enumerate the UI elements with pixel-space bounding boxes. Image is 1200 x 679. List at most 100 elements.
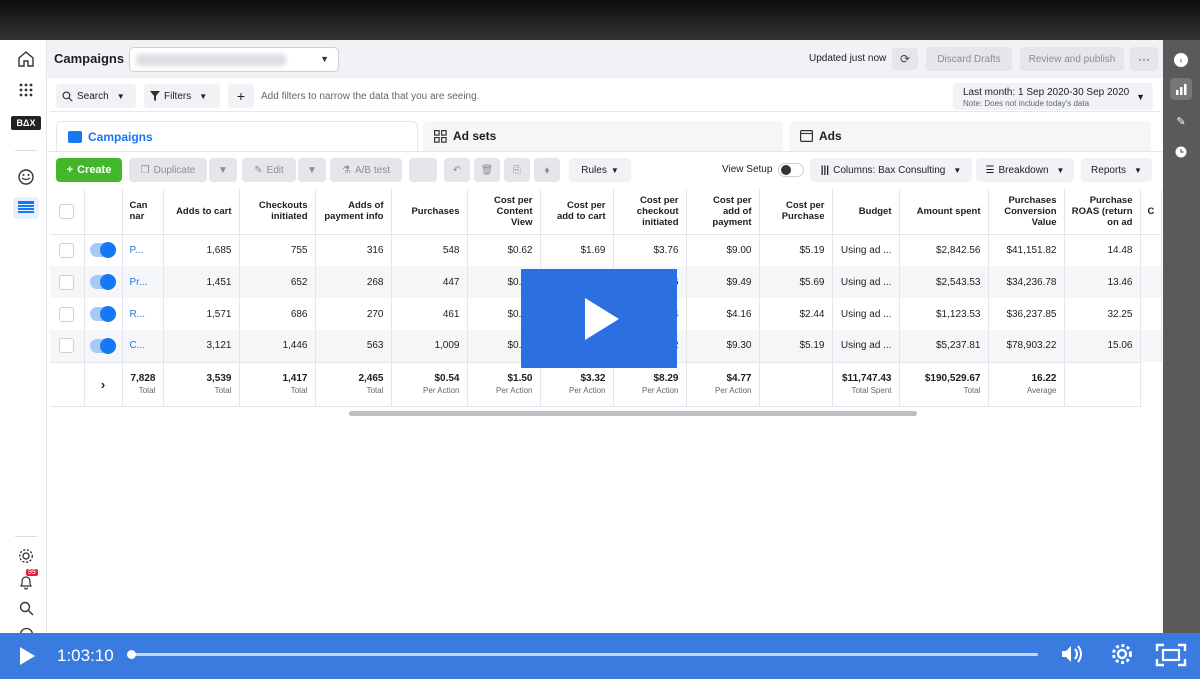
header-budget[interactable]: Budget <box>832 189 900 235</box>
history-clock-icon[interactable] <box>1170 141 1192 163</box>
campaign-name-link[interactable]: C... <box>122 330 164 362</box>
select-all-checkbox[interactable] <box>50 189 85 235</box>
account-logo[interactable]: BΔX <box>11 116 41 130</box>
table-row[interactable]: P... 1,685 755 316 548 $0.62 $1.69 $3.76 $9.00 $5… <box>50 234 1163 266</box>
search-icon[interactable] <box>15 597 37 619</box>
tag-icon[interactable]: ⬧ <box>534 158 560 182</box>
header-cost-per-add-payment[interactable]: Cost per add of payment <box>686 189 760 235</box>
row-status-toggle[interactable] <box>84 234 123 266</box>
row-checkbox[interactable] <box>50 234 85 266</box>
header-purchases[interactable]: Purchases <box>391 189 468 235</box>
header-adds-to-cart[interactable]: Adds to cart <box>163 189 240 235</box>
tab-campaigns[interactable]: Campaigns <box>56 121 418 151</box>
more-options-button[interactable]: ··· <box>1130 47 1158 71</box>
settings-gear-icon[interactable] <box>15 545 37 567</box>
header-campaign-name[interactable]: Can nar <box>122 189 164 235</box>
header-cost-per-content-view[interactable]: Cost per Content View <box>467 189 541 235</box>
caret-down-icon: ▼ <box>307 164 317 176</box>
video-progress-thumb[interactable] <box>127 650 136 659</box>
table-cell: 1,451 <box>163 266 240 298</box>
header-purchases-conversion-value[interactable]: Purchases Conversion Value <box>988 189 1065 235</box>
undo-icon[interactable]: ↶ <box>444 158 470 182</box>
notification-badge: 99 <box>26 569 38 576</box>
tab-ad-sets[interactable]: Ad sets <box>423 121 783 151</box>
add-filter-plus-icon[interactable]: + <box>228 84 254 108</box>
columns-dropdown[interactable]: ||| Columns: Bax Consulting ▼ <box>810 158 972 182</box>
create-button[interactable]: + Create <box>56 158 122 182</box>
campaign-name-link[interactable]: P... <box>122 234 164 266</box>
review-publish-button[interactable]: Review and publish <box>1020 47 1124 71</box>
total-label: Total <box>366 386 384 395</box>
row-checkbox[interactable] <box>50 266 85 298</box>
video-play-overlay[interactable] <box>521 269 677 368</box>
pencil-icon[interactable]: ✎ <box>1170 110 1192 132</box>
header-cost-per-purchase[interactable]: Cost per Purchase <box>759 189 833 235</box>
nav-divider <box>15 150 37 151</box>
play-icon[interactable] <box>20 647 35 665</box>
total-label: Total <box>138 386 156 395</box>
home-icon[interactable] <box>15 48 37 70</box>
caret-down-icon: ▼ <box>953 165 962 175</box>
video-progress-track[interactable] <box>131 653 1038 656</box>
dashboard-gauge-icon[interactable] <box>15 166 37 188</box>
horizontal-scrollbar[interactable] <box>349 411 917 416</box>
bar-chart-icon[interactable] <box>1170 78 1192 100</box>
ab-test-button[interactable]: ⚗ A/B test <box>330 158 402 182</box>
view-setup-label: View Setup <box>722 164 773 175</box>
duplicate-dropdown[interactable]: ▼ <box>209 158 237 182</box>
level-tabs: Campaigns Ad sets Ads <box>47 117 1163 151</box>
row-checkbox[interactable] <box>50 330 85 362</box>
table-cell: $5.19 <box>759 330 833 362</box>
tab-ads[interactable]: Ads <box>789 121 1151 151</box>
create-label: Create <box>77 164 112 176</box>
header-adds-payment-info[interactable]: Adds of payment info <box>315 189 392 235</box>
campaign-name-link[interactable]: R... <box>122 298 164 330</box>
notifications-bell-icon[interactable]: 99 <box>15 569 38 593</box>
edit-dropdown[interactable]: ▼ <box>298 158 326 182</box>
row-status-toggle[interactable] <box>84 298 123 330</box>
rules-dropdown[interactable]: Rules ▼ <box>569 158 631 182</box>
refresh-icon[interactable]: ⟳ <box>892 48 918 70</box>
header-checkouts-initiated[interactable]: Checkouts initiated <box>239 189 316 235</box>
ads-window-icon <box>800 130 813 142</box>
filters-dropdown[interactable]: Filters ▼ <box>144 84 220 108</box>
table-cell: $0.62 <box>467 234 541 266</box>
search-dropdown[interactable]: Search ▼ <box>56 84 136 108</box>
account-selector[interactable]: ▼ <box>129 47 339 72</box>
fullscreen-icon[interactable] <box>1155 643 1187 673</box>
volume-icon[interactable] <box>1060 643 1086 671</box>
table-cell: $1.69 <box>540 234 614 266</box>
row-status-toggle[interactable] <box>84 330 123 362</box>
row-checkbox[interactable] <box>50 298 85 330</box>
total-cell <box>759 361 833 407</box>
collapse-chevron-icon[interactable]: ‹ <box>1170 49 1192 71</box>
header-purchase-roas[interactable]: Purchase ROAS (return on ad <box>1064 189 1141 235</box>
campaign-name-link[interactable]: Pr... <box>122 266 164 298</box>
duplicate-button[interactable]: ❐ Duplicate <box>129 158 207 182</box>
table-cell: 548 <box>391 234 468 266</box>
breakdown-dropdown[interactable]: ☰ Breakdown ▼ <box>976 158 1074 182</box>
header-cost-per-add-to-cart[interactable]: Cost per add to cart <box>540 189 614 235</box>
preview-icon[interactable]: ⎘ <box>504 158 530 182</box>
reports-dropdown[interactable]: Reports ▼ <box>1081 158 1152 182</box>
campaigns-table-icon[interactable] <box>13 197 39 219</box>
header-amount-spent[interactable]: Amount spent <box>899 189 989 235</box>
settings-gear-icon[interactable] <box>1111 643 1133 671</box>
discard-drafts-button[interactable]: Discard Drafts <box>926 47 1012 71</box>
table-cell: 447 <box>391 266 468 298</box>
edit-button[interactable]: ✎ Edit <box>242 158 296 182</box>
row-status-toggle[interactable] <box>84 266 123 298</box>
filter-row: Search ▼ Filters ▼ + Add filters to narr… <box>50 80 1160 112</box>
table-cell: $5.19 <box>759 234 833 266</box>
view-setup-toggle[interactable] <box>778 163 804 177</box>
caret-down-icon: ▼ <box>199 91 208 101</box>
table-cell: 3,121 <box>163 330 240 362</box>
apps-grid-icon[interactable] <box>15 79 37 101</box>
trash-icon[interactable]: 🗑 <box>474 158 500 182</box>
header-cost-per-checkout[interactable]: Cost per checkout initiated <box>613 189 687 235</box>
header-truncated[interactable]: C <box>1140 189 1163 235</box>
date-range-picker[interactable]: Last month: 1 Sep 2020-30 Sep 2020 Note:… <box>953 83 1153 110</box>
add-filter-hint[interactable]: Add filters to narrow the data that you … <box>261 91 479 102</box>
blank-action-button[interactable] <box>409 158 437 182</box>
expand-chevron-icon[interactable]: › <box>84 361 123 407</box>
